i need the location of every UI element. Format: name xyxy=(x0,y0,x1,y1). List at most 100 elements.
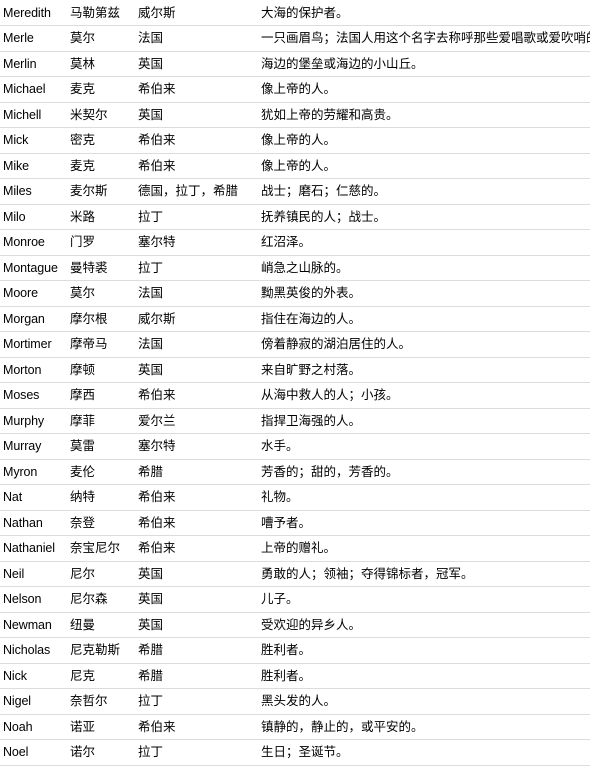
cell-transliteration: 摩尔根 xyxy=(68,306,136,332)
table-row: Merlin 莫林 英国 海边的堡垒或海边的小山丘。 xyxy=(0,51,590,77)
table-row: Nicholas 尼克勒斯 希腊 胜利者。 xyxy=(0,637,590,664)
cell-origin: 希伯来 xyxy=(136,153,250,179)
table-row: Michael 麦克 希伯来 像上帝的人。 xyxy=(0,76,590,103)
cell-transliteration: 摩菲 xyxy=(68,408,136,434)
cell-origin: 法国 xyxy=(136,280,250,307)
cell-name: Nathan xyxy=(0,510,68,536)
names-table-body: Meredith 马勒第兹 威尔斯 大海的保护者。 Merle 莫尔 法国 一只画眉鸟；法国人… xyxy=(0,0,590,766)
cell-transliteration: 莫雷 xyxy=(68,433,136,460)
cell-name: Murray xyxy=(0,433,68,460)
table-row: Nat 纳特 希伯来 礼物。 xyxy=(0,484,590,511)
cell-meaning: 胜利者。 xyxy=(250,637,590,664)
cell-meaning: 上帝的赠礼。 xyxy=(250,535,590,562)
table-row: Nick 尼克 希腊 胜利者。 xyxy=(0,663,590,689)
table-row: Morgan 摩尔根 威尔斯 指住在海边的人。 xyxy=(0,306,590,332)
cell-name: Mortimer xyxy=(0,331,68,358)
cell-meaning: 一只画眉鸟；法国人用这个名字去称呼那些爱唱歌或爱吹哨的人 xyxy=(250,25,590,52)
cell-origin: 英国 xyxy=(136,561,250,587)
cell-meaning: 胜利者。 xyxy=(250,663,590,689)
cell-meaning: 从海中救人的人；小孩。 xyxy=(250,382,590,409)
table-row: Merle 莫尔 法国 一只画眉鸟；法国人用这个名字去称呼那些爱唱歌或爱吹哨的人 xyxy=(0,25,590,52)
table-row: Murray 莫雷 塞尔特 水手。 xyxy=(0,433,590,460)
table-row: Neil 尼尔 英国 勇敢的人；领袖；夺得锦标者，冠军。 xyxy=(0,561,590,587)
cell-transliteration: 摩西 xyxy=(68,382,136,409)
table-row: Montague 曼特裘 拉丁 峭急之山脉的。 xyxy=(0,255,590,281)
cell-transliteration: 纽曼 xyxy=(68,612,136,638)
cell-transliteration: 尼尔森 xyxy=(68,586,136,613)
cell-name: Morgan xyxy=(0,306,68,332)
cell-transliteration: 麦克 xyxy=(68,153,136,179)
cell-transliteration: 奈登 xyxy=(68,510,136,536)
cell-transliteration: 诺尔 xyxy=(68,739,136,766)
cell-origin: 德国，拉丁，希腊 xyxy=(136,178,250,205)
cell-origin: 希伯来 xyxy=(136,535,250,562)
cell-meaning: 战士；磨石；仁慈的。 xyxy=(250,178,590,205)
table-row: Noel 诺尔 拉丁 生日；圣诞节。 xyxy=(0,739,590,766)
table-row: Noah 诺亚 希伯来 镇静的，静止的，或平安的。 xyxy=(0,714,590,740)
cell-meaning: 黑头发的人。 xyxy=(250,688,590,715)
cell-name: Montague xyxy=(0,255,68,281)
table-row: Mike 麦克 希伯来 像上帝的人。 xyxy=(0,153,590,179)
cell-transliteration: 摩帝马 xyxy=(68,331,136,358)
cell-name: Moses xyxy=(0,382,68,409)
table-row: Moore 莫尔 法国 黝黑英俊的外表。 xyxy=(0,280,590,307)
table-row: Nathan 奈登 希伯来 嘈予者。 xyxy=(0,510,590,536)
cell-origin: 英国 xyxy=(136,357,250,383)
cell-transliteration: 莫尔 xyxy=(68,280,136,307)
cell-meaning: 指住在海边的人。 xyxy=(250,306,590,332)
cell-origin: 希伯来 xyxy=(136,714,250,740)
table-row: Morton 摩顿 英国 来自旷野之村落。 xyxy=(0,357,590,383)
cell-origin: 威尔斯 xyxy=(136,0,250,26)
cell-transliteration: 密克 xyxy=(68,127,136,154)
cell-name: Newman xyxy=(0,612,68,638)
cell-transliteration: 麦伦 xyxy=(68,459,136,485)
cell-name: Merle xyxy=(0,25,68,52)
cell-transliteration: 尼克 xyxy=(68,663,136,689)
cell-origin: 英国 xyxy=(136,51,250,77)
cell-origin: 威尔斯 xyxy=(136,306,250,332)
cell-name: Nigel xyxy=(0,688,68,715)
cell-meaning: 指捍卫海强的人。 xyxy=(250,408,590,434)
cell-meaning: 儿子。 xyxy=(250,586,590,613)
cell-meaning: 像上帝的人。 xyxy=(250,76,590,103)
table-row: Nigel 奈哲尔 拉丁 黑头发的人。 xyxy=(0,688,590,715)
table-row: Miles 麦尔斯 德国，拉丁，希腊 战士；磨石；仁慈的。 xyxy=(0,178,590,205)
cell-origin: 希腊 xyxy=(136,663,250,689)
cell-meaning: 红沼泽。 xyxy=(250,229,590,256)
cell-transliteration: 麦尔斯 xyxy=(68,178,136,205)
cell-name: Neil xyxy=(0,561,68,587)
cell-transliteration: 门罗 xyxy=(68,229,136,256)
table-row: Mortimer 摩帝马 法国 傍着静寂的湖泊居住的人。 xyxy=(0,331,590,358)
cell-origin: 希腊 xyxy=(136,637,250,664)
cell-origin: 法国 xyxy=(136,331,250,358)
cell-name: Miles xyxy=(0,178,68,205)
cell-transliteration: 摩顿 xyxy=(68,357,136,383)
cell-origin: 英国 xyxy=(136,612,250,638)
cell-transliteration: 麦克 xyxy=(68,76,136,103)
cell-transliteration: 奈哲尔 xyxy=(68,688,136,715)
cell-meaning: 傍着静寂的湖泊居住的人。 xyxy=(250,331,590,358)
cell-origin: 希伯来 xyxy=(136,510,250,536)
cell-meaning: 受欢迎的异乡人。 xyxy=(250,612,590,638)
cell-origin: 爱尔兰 xyxy=(136,408,250,434)
cell-origin: 塞尔特 xyxy=(136,433,250,460)
cell-origin: 拉丁 xyxy=(136,255,250,281)
cell-transliteration: 米路 xyxy=(68,204,136,230)
cell-origin: 英国 xyxy=(136,586,250,613)
cell-meaning: 抚养镇民的人；战士。 xyxy=(250,204,590,230)
cell-name: Nick xyxy=(0,663,68,689)
cell-name: Milo xyxy=(0,204,68,230)
table-row: Meredith 马勒第兹 威尔斯 大海的保护者。 xyxy=(0,0,590,26)
table-row: Milo 米路 拉丁 抚养镇民的人；战士。 xyxy=(0,204,590,230)
cell-name: Murphy xyxy=(0,408,68,434)
cell-origin: 英国 xyxy=(136,102,250,128)
table-row: Monroe 门罗 塞尔特 红沼泽。 xyxy=(0,229,590,256)
table-row: Murphy 摩菲 爱尔兰 指捍卫海强的人。 xyxy=(0,408,590,434)
cell-name: Nicholas xyxy=(0,637,68,664)
cell-meaning: 水手。 xyxy=(250,433,590,460)
cell-name: Nelson xyxy=(0,586,68,613)
cell-meaning: 黝黑英俊的外表。 xyxy=(250,280,590,307)
table-row: Myron 麦伦 希腊 芳香的；甜的，芳香的。 xyxy=(0,459,590,485)
cell-transliteration: 尼克勒斯 xyxy=(68,637,136,664)
cell-origin: 希伯来 xyxy=(136,484,250,511)
